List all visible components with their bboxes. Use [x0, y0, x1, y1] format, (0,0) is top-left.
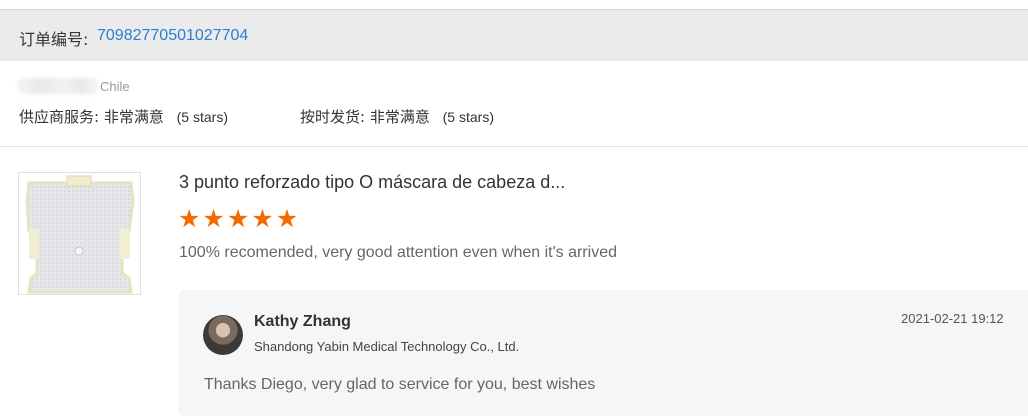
review-text: 100% recomended, very good attention eve…: [179, 244, 617, 261]
rating-value: 非常满意: [369, 108, 430, 126]
product-star-rating: ★ ★ ★ ★ ★: [178, 207, 298, 232]
buyer-country: Chile: [100, 79, 130, 94]
star-icon: ★: [275, 205, 299, 233]
star-icon: ★: [226, 205, 250, 233]
blurred-buyer-name: [18, 78, 98, 94]
order-number-link[interactable]: 70982770501027704: [97, 27, 248, 45]
rating-value: 非常满意: [103, 108, 164, 126]
product-thumbnail[interactable]: [18, 172, 141, 295]
star-icon: ★: [202, 205, 225, 233]
section-divider: [0, 146, 1028, 147]
star-icon: ★: [178, 205, 201, 233]
rating-stars-text: (5 stars): [176, 109, 228, 125]
avatar: [203, 315, 243, 355]
supplier-reply: Kathy Zhang Shandong Yabin Medical Techn…: [178, 290, 1028, 416]
reply-author-name: Kathy Zhang: [254, 313, 351, 330]
rating-stars-text: (5 stars): [442, 109, 494, 125]
reply-text: Thanks Diego, very glad to service for y…: [204, 376, 596, 393]
star-icon: ★: [251, 205, 274, 233]
reply-company-name: Shandong Yabin Medical Technology Co., L…: [254, 339, 520, 354]
supplier-service-rating: 供应商服务: 非常满意 (5 stars): [19, 106, 228, 127]
order-number-label: 订单编号:: [19, 30, 89, 49]
order-header: 订单编号: 70982770501027704: [0, 9, 1028, 61]
thermoplastic-mask-image: [25, 175, 135, 294]
ontime-delivery-rating: 按时发货: 非常满意 (5 stars): [300, 106, 494, 127]
product-title[interactable]: 3 punto reforzado tipo O máscara de cabe…: [179, 172, 565, 193]
rating-label: 供应商服务:: [19, 108, 100, 126]
reply-timestamp: 2021-02-21 19:12: [901, 311, 1004, 326]
rating-label: 按时发货:: [300, 108, 366, 126]
